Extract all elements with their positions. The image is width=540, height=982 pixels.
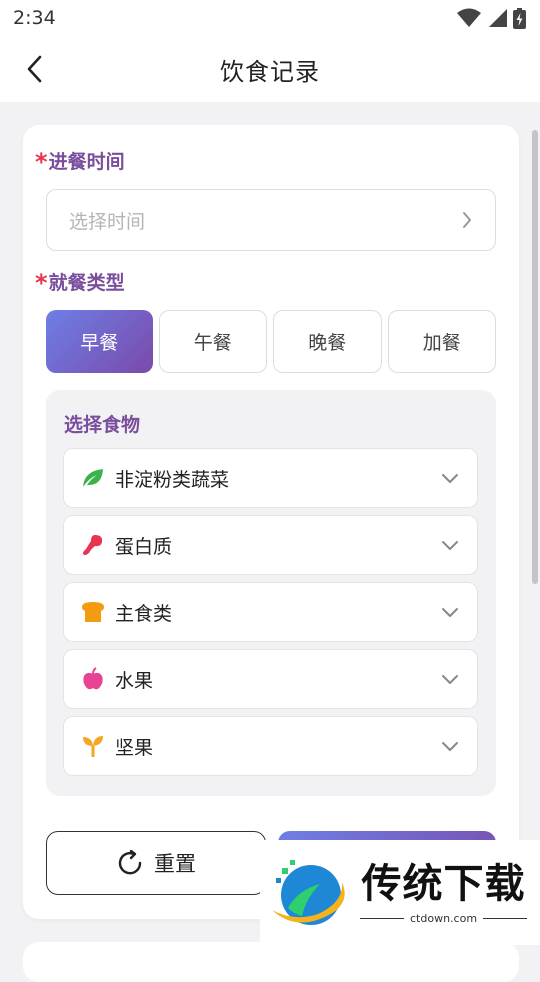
food-panel-title: 选择食物 [64,414,141,436]
refresh-icon [118,849,142,875]
meal-time-picker[interactable]: 选择时间 [46,189,496,251]
meal-option-lunch[interactable]: 午餐 [158,310,267,373]
meal-option-breakfast[interactable]: 早餐 [46,310,153,373]
leaf-icon [80,465,106,491]
meal-time-label: *进餐时间 [35,148,125,176]
watermark-divider [360,918,404,919]
food-category-label: 非淀粉类蔬菜 [115,468,230,491]
status-icons [457,7,526,29]
bread-icon [80,599,106,625]
chevron-down-icon [442,742,458,751]
chevron-down-icon [442,608,458,617]
sprout-icon [80,733,106,759]
meal-type-options: 早餐 午餐 晚餐 加餐 [46,310,496,373]
reset-button[interactable]: 重置 [46,831,266,895]
food-category-fruit[interactable]: 水果 [63,649,478,709]
food-category-label: 坚果 [115,736,154,759]
chevron-left-icon [27,55,42,83]
food-selection-panel: 选择食物 非淀粉类蔬菜 蛋白质 主食类 水果 坚果 [46,390,496,796]
required-mark: * [35,148,48,176]
food-category-label: 蛋白质 [115,535,173,558]
meal-type-label: *就餐类型 [35,269,125,297]
food-category-protein[interactable]: 蛋白质 [63,515,478,575]
status-time: 2:34 [13,7,56,29]
diet-record-form: *进餐时间 选择时间 *就餐类型 早餐 午餐 晚餐 加餐 选择食物 非淀粉类蔬菜… [23,125,519,919]
food-category-vegetables[interactable]: 非淀粉类蔬菜 [63,448,478,508]
watermark-text: 传统下载 ctdown.com [360,860,528,925]
chevron-down-icon [442,541,458,550]
battery-icon [513,7,526,29]
chevron-down-icon [442,675,458,684]
watermark-divider [483,918,528,919]
chevron-down-icon [442,474,458,483]
food-category-staples[interactable]: 主食类 [63,582,478,642]
reset-label: 重置 [154,852,196,876]
title-bar: 饮食记录 [0,36,540,102]
watermark-main-text: 传统下载 [361,861,526,907]
food-category-label: 主食类 [115,602,173,625]
page-title: 饮食记录 [220,57,320,86]
watermark: 传统下载 ctdown.com [260,840,540,945]
required-mark: * [35,269,48,297]
watermark-logo-icon [272,859,345,925]
meat-icon [80,532,106,558]
wifi-icon [457,8,481,27]
chevron-right-icon [463,212,471,228]
apple-icon [80,666,106,692]
secondary-card [23,942,519,982]
meal-option-snack[interactable]: 加餐 [387,310,496,373]
watermark-sub: ctdown.com [360,912,528,925]
food-category-nuts[interactable]: 坚果 [63,716,478,776]
watermark-url: ctdown.com [410,912,478,925]
scrollbar[interactable] [532,130,538,584]
status-bar: 2:34 [0,0,540,36]
signal-icon [489,9,507,27]
back-button[interactable] [18,52,52,86]
meal-time-placeholder: 选择时间 [69,210,146,233]
food-category-label: 水果 [115,669,154,692]
meal-option-dinner[interactable]: 晚餐 [273,310,382,373]
